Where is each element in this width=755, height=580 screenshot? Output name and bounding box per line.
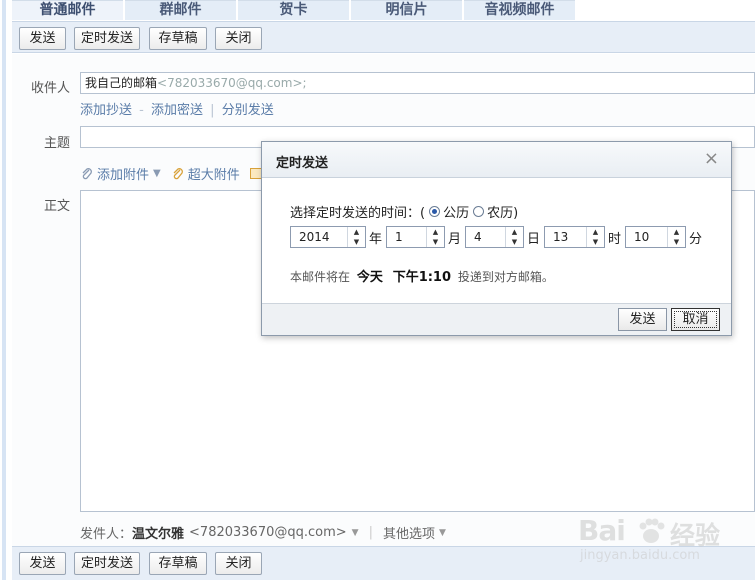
attachment-row: 添加附件 ▼ 超大附件 <box>80 164 262 183</box>
close-icon[interactable]: × <box>704 149 719 169</box>
solar-calendar-radio[interactable] <box>429 206 441 217</box>
sender-divider: | <box>368 525 373 540</box>
send-button-bottom[interactable]: 发送 <box>19 552 66 575</box>
info-day: 今天 <box>356 270 383 285</box>
scheduled-send-button[interactable]: 定时发送 <box>74 27 140 50</box>
minute-spinner-icon[interactable]: ▲ ▼ <box>667 227 685 247</box>
mail-type-tabs: 普通邮件 群邮件 贺卡 明信片 音视频邮件 <box>12 0 755 20</box>
lunar-calendar-radio[interactable] <box>473 206 485 217</box>
dialog-cancel-button[interactable]: 取消 <box>671 308 720 331</box>
dialog-footer: 发送 取消 <box>262 303 731 335</box>
add-cc-link[interactable]: 添加抄送 <box>80 103 132 118</box>
more-options-link[interactable]: 其他选项 <box>383 523 435 542</box>
tab-group-mail[interactable]: 群邮件 <box>125 0 236 20</box>
hour-spinner-icon[interactable]: ▲ ▼ <box>586 227 604 247</box>
save-draft-button-bottom[interactable]: 存草稿 <box>149 552 207 575</box>
year-select[interactable]: 2014 ▲ ▼ <box>290 226 366 248</box>
dialog-header: 定时发送 × <box>262 142 731 178</box>
minute-select[interactable]: 10 ▲ ▼ <box>625 226 686 248</box>
tab-audio-video-mail[interactable]: 音视频邮件 <box>464 0 575 20</box>
sender-label: 发件人： <box>80 527 133 542</box>
info-time: 下午1:10 <box>392 270 452 285</box>
month-spinner-icon[interactable]: ▲ ▼ <box>426 227 444 247</box>
chevron-down-icon[interactable]: ▼ <box>439 528 446 538</box>
month-value: 1 <box>395 230 403 244</box>
sender-dropdown-icon[interactable]: ▼ <box>352 528 359 538</box>
save-draft-button[interactable]: 存草稿 <box>149 27 207 50</box>
solar-calendar-label[interactable]: 公历 <box>443 202 469 221</box>
to-field[interactable]: 我自己的邮箱<782033670@qq.com>; <box>80 72 755 94</box>
send-button[interactable]: 发送 <box>19 27 66 50</box>
lunar-calendar-label[interactable]: 农历) <box>487 202 518 221</box>
scheduled-send-dialog: 定时发送 × 选择定时发送的时间：( 公历 农历) 2014 ▲ ▼ 年 1 ▲ ▼… <box>261 141 732 336</box>
link-divider: | <box>210 103 215 118</box>
add-attachment-link[interactable]: 添加附件 <box>97 164 149 183</box>
hour-select[interactable]: 13 ▲ ▼ <box>544 226 605 248</box>
minute-value: 10 <box>634 230 650 244</box>
close-button-bottom[interactable]: 关闭 <box>215 552 262 575</box>
add-bcc-link[interactable]: 添加密送 <box>151 103 203 118</box>
attachment-dropdown-icon[interactable]: ▼ <box>153 168 161 179</box>
large-attachment-icon <box>173 167 183 179</box>
top-toolbar: 发送 定时发送 存草稿 关闭 <box>12 21 755 53</box>
body-label: 正文 <box>43 199 70 214</box>
left-edge-bar <box>2 0 6 580</box>
info-suffix: 投递到对方邮箱。 <box>457 270 554 284</box>
day-select[interactable]: 4 ▲ ▼ <box>465 226 524 248</box>
sender-row: 发件人： 温文尔雅 <782033670@qq.com> ▼ | 其他选项 ▼ <box>80 523 446 542</box>
recipient-address: <782033670@qq.com>; <box>157 76 307 90</box>
sender-name: 温文尔雅 <box>132 527 185 542</box>
day-value: 4 <box>474 230 482 244</box>
paperclip-icon <box>82 167 92 179</box>
minute-unit: 分 <box>689 232 703 247</box>
sender-address: <782033670@qq.com> <box>189 525 347 540</box>
tab-normal-mail[interactable]: 普通邮件 <box>12 0 123 20</box>
delivery-info: 本邮件将在 今天 下午1:10 投递到对方邮箱。 <box>290 266 554 285</box>
day-spinner-icon[interactable]: ▲ ▼ <box>505 227 523 247</box>
recipient-name: 我自己的邮箱 <box>85 76 158 90</box>
scheduled-send-button-bottom[interactable]: 定时发送 <box>74 552 140 575</box>
day-unit: 日 <box>527 232 541 247</box>
large-attachment-link[interactable]: 超大附件 <box>188 164 240 183</box>
tab-postcard[interactable]: 明信片 <box>351 0 462 20</box>
month-unit: 月 <box>448 232 462 247</box>
year-unit: 年 <box>369 232 383 247</box>
link-separator: - <box>139 103 144 118</box>
month-select[interactable]: 1 ▲ ▼ <box>386 226 445 248</box>
time-prompt-row: 选择定时发送的时间：( 公历 农历) <box>290 202 518 221</box>
time-prompt: 选择定时发送的时间：( <box>290 206 426 221</box>
dialog-title: 定时发送 <box>276 156 329 171</box>
info-prefix: 本邮件将在 <box>290 270 351 284</box>
close-button[interactable]: 关闭 <box>215 27 262 50</box>
dialog-send-button[interactable]: 发送 <box>618 308 667 331</box>
hour-value: 13 <box>553 230 569 244</box>
year-value: 2014 <box>299 230 330 244</box>
year-spinner-icon[interactable]: ▲ ▼ <box>347 227 365 247</box>
to-label: 收件人 <box>30 81 70 96</box>
subject-label: 主题 <box>43 136 70 151</box>
bottom-toolbar: 发送 定时发送 存草稿 关闭 <box>12 546 755 580</box>
tab-greeting-card[interactable]: 贺卡 <box>238 0 349 20</box>
hour-unit: 时 <box>608 232 622 247</box>
left-edge <box>0 0 12 580</box>
recipient-links: 添加抄送 - 添加密送 | 分别发送 <box>80 99 274 118</box>
separate-send-link[interactable]: 分别发送 <box>222 103 274 118</box>
dialog-body: 选择定时发送的时间：( 公历 农历) 2014 ▲ ▼ 年 1 ▲ ▼ 月 4 ▲ ▼… <box>262 178 731 304</box>
image-insert-icon[interactable] <box>249 168 262 179</box>
